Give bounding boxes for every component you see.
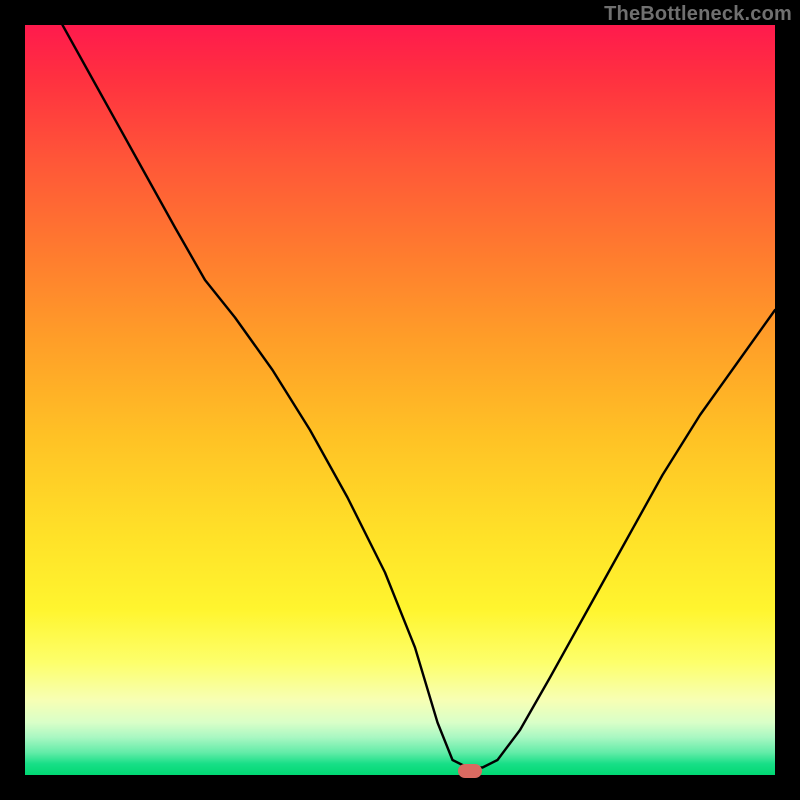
optimal-marker	[458, 764, 482, 778]
watermark-text: TheBottleneck.com	[604, 3, 792, 26]
plot-area	[25, 25, 775, 775]
chart-frame: TheBottleneck.com	[0, 0, 800, 800]
bottleneck-curve	[25, 25, 775, 775]
